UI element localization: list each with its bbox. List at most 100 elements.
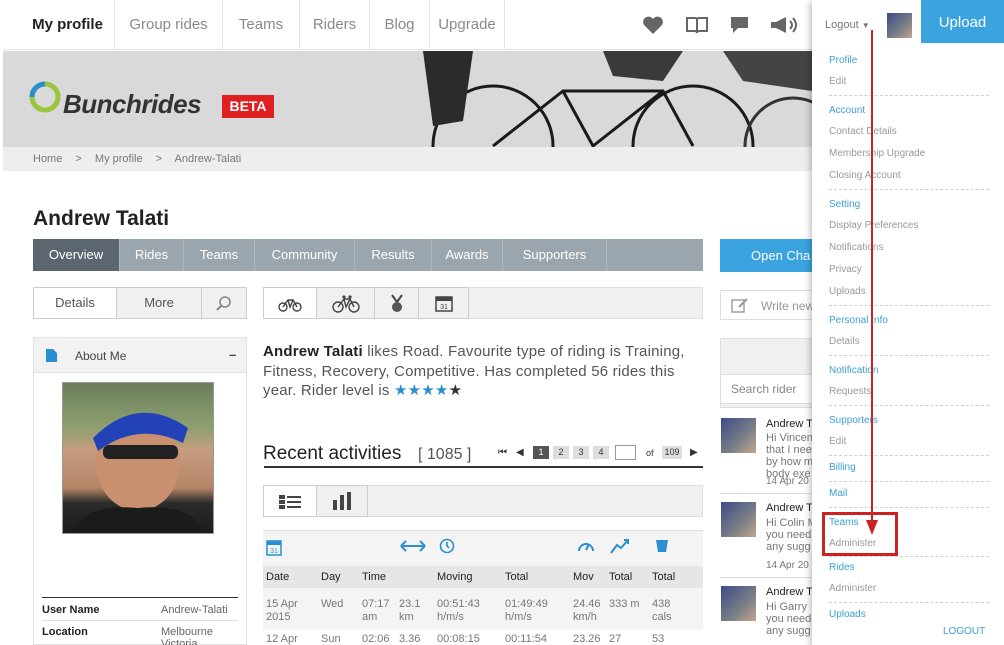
tab-awards[interactable]: Awards bbox=[432, 239, 503, 271]
nav-blog[interactable]: Blog bbox=[370, 0, 430, 50]
search-rider-input[interactable]: Search rider bbox=[720, 374, 812, 404]
details-button[interactable]: Details bbox=[33, 287, 117, 319]
cell-moving: 00:08:15 bbox=[437, 633, 480, 645]
collapse-icon[interactable]: – bbox=[229, 347, 236, 362]
avatar[interactable] bbox=[721, 418, 756, 453]
medal-filter[interactable] bbox=[375, 287, 419, 319]
breadcrumb-home[interactable]: Home bbox=[33, 153, 62, 165]
speedometer-icon bbox=[577, 538, 595, 559]
menu-billing[interactable]: Billing bbox=[829, 461, 989, 475]
nav-my-profile[interactable]: My profile bbox=[21, 0, 115, 50]
chat-line: Hi Colin M bbox=[766, 517, 812, 529]
tab-rides[interactable]: Rides bbox=[120, 239, 184, 271]
user-avatar[interactable] bbox=[887, 13, 912, 38]
page-4[interactable]: 4 bbox=[593, 446, 609, 459]
col-total-elevation[interactable]: Total bbox=[609, 566, 633, 588]
menu-display-preferences[interactable]: Display Preferences bbox=[829, 219, 989, 233]
pager-first-icon[interactable]: ⏮ bbox=[498, 447, 507, 458]
calendar-filter[interactable]: 31 bbox=[419, 287, 469, 319]
total-pages: 109 bbox=[662, 446, 682, 459]
group-ride-filter[interactable] bbox=[317, 287, 375, 319]
menu-personal-details[interactable]: Details bbox=[829, 335, 989, 349]
menu-notifications[interactable]: Notifications bbox=[829, 241, 989, 255]
more-button[interactable]: More bbox=[117, 287, 202, 319]
cell-total: 01:49:49 h/m/s bbox=[505, 598, 548, 623]
cell-distance: 3.36 bbox=[399, 633, 421, 645]
about-me-header[interactable]: About Me – bbox=[33, 337, 247, 373]
road-bike-filter[interactable] bbox=[263, 287, 317, 319]
breadcrumb: Home > My profile > Andrew-Talati bbox=[3, 147, 812, 171]
menu-profile[interactable]: Profile bbox=[829, 54, 989, 68]
col-mov-speed[interactable]: Mov bbox=[573, 566, 594, 588]
menu-setting[interactable]: Setting bbox=[829, 198, 989, 212]
menu-supporters-edit[interactable]: Edit bbox=[829, 435, 989, 449]
menu-logout-link[interactable]: LOGOUT bbox=[943, 626, 985, 637]
upload-button[interactable]: Upload bbox=[921, 0, 1004, 43]
pager-next-icon[interactable]: ▶ bbox=[690, 447, 698, 458]
page-2[interactable]: 2 bbox=[553, 446, 569, 459]
menu-supporters[interactable]: Supporters bbox=[829, 414, 989, 428]
bar-chart-icon bbox=[332, 492, 352, 513]
nav-group-rides[interactable]: Group rides bbox=[115, 0, 223, 50]
menu-uploads[interactable]: Uploads bbox=[829, 608, 989, 622]
menu-membership-upgrade[interactable]: Membership Upgrade bbox=[829, 147, 989, 161]
cell-distance: 23.1 km bbox=[399, 598, 421, 623]
chart-view-button[interactable] bbox=[317, 485, 368, 517]
col-total[interactable]: Total bbox=[505, 566, 529, 588]
col-moving[interactable]: Moving bbox=[437, 566, 473, 588]
list-view-button[interactable] bbox=[263, 485, 317, 517]
col-date[interactable]: Date bbox=[266, 566, 290, 588]
pencil-icon bbox=[731, 297, 749, 318]
menu-notification[interactable]: Notification bbox=[829, 364, 989, 378]
menu-closing-account[interactable]: Closing Account bbox=[829, 169, 989, 183]
chat-sender[interactable]: Andrew T bbox=[766, 418, 813, 430]
nav-upgrade[interactable]: Upgrade bbox=[430, 0, 505, 50]
location-value: Melbourne Victoria bbox=[161, 626, 213, 645]
book-icon[interactable] bbox=[685, 14, 709, 36]
col-time[interactable]: Time bbox=[362, 566, 387, 588]
chat-sender[interactable]: Andrew T bbox=[766, 502, 813, 514]
menu-uploads-setting[interactable]: Uploads bbox=[829, 285, 989, 299]
menu-requests[interactable]: Requests bbox=[829, 385, 989, 399]
highlight-box bbox=[822, 512, 898, 556]
page-input[interactable] bbox=[615, 445, 636, 460]
chat-sender[interactable]: Andrew T bbox=[766, 586, 813, 598]
menu-personal-info[interactable]: Personal Info bbox=[829, 314, 989, 328]
menu-contact-details[interactable]: Contact Details bbox=[829, 125, 989, 139]
brand-name: Bunchrides bbox=[63, 89, 202, 119]
cell-date: 15 Apr 2015 bbox=[266, 598, 298, 623]
cup-icon bbox=[655, 538, 669, 559]
menu-account[interactable]: Account bbox=[829, 104, 989, 118]
divider bbox=[829, 602, 989, 603]
nav-teams[interactable]: Teams bbox=[223, 0, 300, 50]
tab-overview[interactable]: Overview bbox=[33, 239, 120, 271]
page-3[interactable]: 3 bbox=[573, 446, 589, 459]
tab-teams[interactable]: Teams bbox=[184, 239, 255, 271]
menu-profile-edit[interactable]: Edit bbox=[829, 75, 989, 89]
page-1[interactable]: 1 bbox=[533, 446, 549, 459]
nav-riders[interactable]: Riders bbox=[300, 0, 370, 50]
menu-rides[interactable]: Rides bbox=[829, 561, 989, 575]
search-button[interactable] bbox=[202, 287, 247, 319]
megaphone-icon[interactable] bbox=[768, 14, 800, 36]
heart-icon[interactable] bbox=[641, 14, 665, 36]
menu-privacy[interactable]: Privacy bbox=[829, 263, 989, 277]
col-total-calories[interactable]: Total bbox=[652, 566, 676, 588]
menu-rides-administer[interactable]: Administer bbox=[829, 582, 989, 596]
tab-supporters[interactable]: Supporters bbox=[503, 239, 607, 271]
caret-down-icon: ▼ bbox=[861, 21, 870, 30]
chat-bubble-icon[interactable] bbox=[728, 14, 752, 36]
open-chat-button[interactable]: Open Cha bbox=[720, 239, 812, 272]
avatar[interactable] bbox=[721, 502, 756, 537]
col-day[interactable]: Day bbox=[321, 566, 341, 588]
chat-line: any sugg bbox=[766, 541, 811, 553]
tab-community[interactable]: Community bbox=[255, 239, 355, 271]
tab-results[interactable]: Results bbox=[355, 239, 432, 271]
breadcrumb-my-profile[interactable]: My profile bbox=[95, 153, 143, 165]
avatar[interactable] bbox=[721, 586, 756, 621]
menu-mail[interactable]: Mail bbox=[829, 487, 989, 501]
cell-day: Wed bbox=[321, 598, 344, 610]
write-message-box[interactable]: Write new bbox=[720, 290, 814, 320]
pager-prev-icon[interactable]: ◀ bbox=[516, 447, 524, 458]
cell-calories: 53 bbox=[652, 633, 665, 645]
